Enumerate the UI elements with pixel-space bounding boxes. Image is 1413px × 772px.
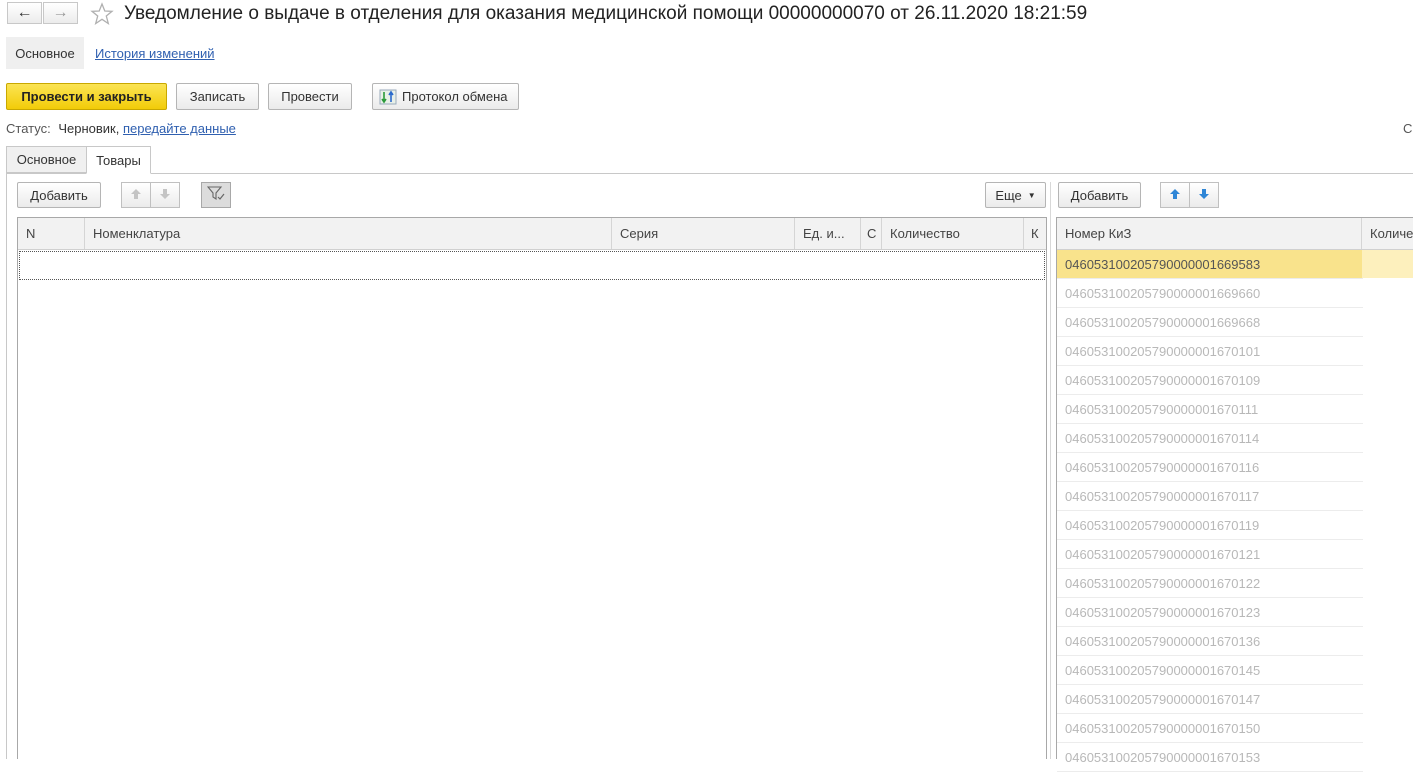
send-data-link[interactable]: передайте данные: [123, 121, 236, 136]
status-line: Статус: Черновик, передайте данные: [6, 121, 236, 136]
kiz-row[interactable]: 046053100205790000001670109: [1057, 366, 1363, 395]
kiz-row[interactable]: 046053100205790000001670136: [1057, 627, 1363, 656]
col-kiz-number[interactable]: Номер КиЗ: [1057, 218, 1362, 249]
nav-main[interactable]: Основное: [6, 37, 84, 69]
kiz-row[interactable]: 046053100205790000001670123: [1057, 598, 1363, 627]
kiz-row[interactable]: 046053100205790000001669583: [1057, 250, 1363, 279]
arrow-up-icon: [130, 188, 142, 203]
kiz-row[interactable]: 046053100205790000001670147: [1057, 685, 1363, 714]
goods-table[interactable]: N Номенклатура Серия Ед. и... С Количест…: [17, 217, 1047, 759]
status-value: Черновик,: [58, 121, 120, 136]
col-k[interactable]: К: [1024, 218, 1048, 249]
post-label: Провести: [281, 89, 339, 104]
post-and-close-button[interactable]: Провести и закрыть: [6, 83, 167, 110]
right-move-down-button[interactable]: [1189, 182, 1219, 208]
kiz-row[interactable]: 046053100205790000001670153: [1057, 743, 1363, 772]
kiz-row[interactable]: 046053100205790000001670122: [1057, 569, 1363, 598]
kiz-row[interactable]: 046053100205790000001670114: [1057, 424, 1363, 453]
filter-button[interactable]: [201, 182, 231, 208]
kiz-row[interactable]: 046053100205790000001670101: [1057, 337, 1363, 366]
more-button[interactable]: Еще ▼: [985, 182, 1046, 208]
kiz-row[interactable]: 046053100205790000001670117: [1057, 482, 1363, 511]
left-move-up-button[interactable]: [121, 182, 151, 208]
kiz-row[interactable]: 046053100205790000001670116: [1057, 453, 1363, 482]
kiz-table[interactable]: Номер КиЗ Количе 04605310020579000000166…: [1056, 217, 1413, 772]
arrow-left-icon: ←: [16, 4, 33, 21]
goods-table-header: N Номенклатура Серия Ед. и... С Количест…: [18, 218, 1046, 250]
tab-divider: [6, 173, 1413, 174]
left-add-button[interactable]: Добавить: [17, 182, 101, 208]
nav-history-link[interactable]: История изменений: [95, 46, 215, 61]
tab-content-border: [6, 173, 7, 759]
chevron-down-icon: ▼: [1027, 190, 1036, 200]
right-move-up-button[interactable]: [1160, 182, 1190, 208]
col-quantity[interactable]: Количество: [882, 218, 1024, 249]
kiz-row[interactable]: 046053100205790000001670145: [1057, 656, 1363, 685]
arrow-right-icon: →: [52, 4, 69, 21]
arrow-up-icon: [1169, 188, 1181, 203]
save-label: Записать: [189, 89, 246, 104]
kiz-row[interactable]: 046053100205790000001670150: [1057, 714, 1363, 743]
kiz-row[interactable]: 046053100205790000001669668: [1057, 308, 1363, 337]
page-title: Уведомление о выдаче в отделения для ока…: [124, 3, 1088, 24]
back-button[interactable]: ←: [7, 2, 42, 24]
left-add-label: Добавить: [30, 187, 88, 203]
exchange-log-label: Протокол обмена: [402, 89, 508, 104]
exchange-icon: [379, 89, 397, 105]
panel-splitter[interactable]: [1050, 182, 1051, 759]
filter-icon: [206, 185, 225, 205]
col-nomenclature[interactable]: Номенклатура: [85, 218, 612, 249]
kiz-row[interactable]: 046053100205790000001670121: [1057, 540, 1363, 569]
kiz-row[interactable]: 046053100205790000001670119: [1057, 511, 1363, 540]
col-n[interactable]: N: [18, 218, 85, 249]
tab-main[interactable]: Основное: [6, 146, 87, 173]
forward-button[interactable]: →: [43, 2, 78, 24]
nav-main-label: Основное: [15, 45, 75, 61]
favorite-star-icon[interactable]: [90, 2, 114, 29]
kiz-row[interactable]: 046053100205790000001670111: [1057, 395, 1363, 424]
status-right-text: С: [1403, 121, 1413, 136]
save-button[interactable]: Записать: [176, 83, 259, 110]
right-add-button[interactable]: Добавить: [1058, 182, 1141, 208]
selected-row-quantity-cell[interactable]: [1362, 250, 1413, 278]
tab-goods[interactable]: Товары: [86, 146, 151, 174]
tab-goods-label: Товары: [96, 152, 141, 168]
arrow-down-icon: [159, 188, 171, 203]
col-unit[interactable]: Ед. и...: [795, 218, 861, 249]
arrow-down-icon: [1198, 188, 1210, 203]
left-move-down-button[interactable]: [150, 182, 180, 208]
post-and-close-label: Провести и закрыть: [21, 89, 152, 104]
col-c[interactable]: С: [861, 218, 882, 249]
col-kiz-quantity[interactable]: Количе: [1362, 218, 1413, 249]
table-row[interactable]: [19, 251, 1045, 280]
status-label: Статус:: [6, 121, 51, 136]
kiz-table-header: Номер КиЗ Количе: [1057, 218, 1413, 250]
right-add-label: Добавить: [1070, 187, 1129, 203]
more-label: Еще: [995, 187, 1022, 203]
tab-main-label: Основное: [16, 152, 77, 167]
post-button[interactable]: Провести: [268, 83, 352, 110]
col-series[interactable]: Серия: [612, 218, 795, 249]
exchange-log-button[interactable]: Протокол обмена: [372, 83, 519, 110]
kiz-row[interactable]: 046053100205790000001669660: [1057, 279, 1363, 308]
